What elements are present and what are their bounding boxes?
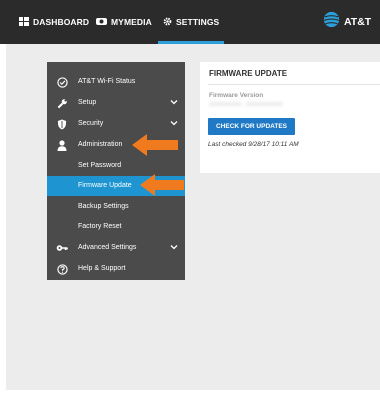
firmware-version-value: XXXXXXXX - XXXXXXXXX: [209, 102, 283, 108]
divider: [208, 84, 380, 85]
key-icon: [56, 242, 68, 254]
person-icon: [56, 139, 68, 151]
chevron-down-icon: [170, 121, 178, 126]
shield-icon: [56, 118, 68, 130]
sidebar-subitem-set-password[interactable]: Set Password: [47, 156, 185, 176]
nav-settings[interactable]: SETTINGS: [163, 0, 219, 44]
sidebar-item-advanced-settings[interactable]: Advanced Settings: [47, 238, 185, 258]
sidebar-item-label: Firmware Update: [78, 182, 132, 189]
sidebar-item-wifi-status[interactable]: AT&T Wi-Fi Status: [47, 72, 185, 92]
nav-dashboard-label: DASHBOARD: [33, 17, 90, 27]
top-navigation-bar: DASHBOARD MYMEDIA SETTINGS AT&T: [0, 0, 380, 44]
sidebar-item-label: Backup Settings: [78, 203, 129, 210]
last-checked-text: Last checked 9/28/17 10:11 AM: [208, 141, 299, 148]
card-title: FIRMWARE UPDATE: [209, 69, 288, 78]
firmware-version-label: Firmware Version: [209, 92, 264, 99]
checkmark-circle-icon: [56, 76, 68, 88]
sidebar-item-label: Administration: [78, 141, 123, 148]
sidebar-subitem-factory-reset[interactable]: Factory Reset: [47, 217, 185, 237]
sidebar-item-setup[interactable]: Setup: [47, 93, 185, 113]
nav-mymedia-label: MYMEDIA: [111, 17, 152, 27]
sidebar-item-label: Setup: [78, 99, 97, 106]
sidebar-item-label: Advanced Settings: [78, 244, 137, 251]
media-icon: [96, 17, 107, 28]
att-logo: AT&T: [323, 11, 372, 33]
gear-icon: [163, 17, 172, 28]
settings-sidebar: AT&T Wi-Fi Status Setup Security Adminis…: [47, 62, 185, 280]
question-circle-icon: [56, 263, 68, 275]
chevron-down-icon: [170, 245, 178, 250]
sidebar-item-security[interactable]: Security: [47, 114, 185, 134]
dashboard-grid-icon: [19, 16, 29, 28]
orange-pointer-arrow-firmware: [140, 174, 184, 196]
sidebar-item-label: Factory Reset: [78, 223, 122, 230]
nav-mymedia[interactable]: MYMEDIA: [96, 0, 152, 44]
orange-pointer-arrow-administration: [132, 134, 178, 156]
check-for-updates-button[interactable]: CHECK FOR UPDATES: [208, 118, 295, 135]
brand-name: AT&T: [344, 16, 372, 28]
sidebar-item-label: Set Password: [78, 162, 122, 169]
sidebar-item-label: Security: [78, 120, 104, 127]
att-globe-icon: [323, 11, 340, 33]
sidebar-item-help-support[interactable]: Help & Support: [47, 259, 185, 279]
nav-dashboard[interactable]: DASHBOARD: [19, 0, 89, 44]
sidebar-item-label: AT&T Wi-Fi Status: [78, 78, 136, 85]
wrench-icon: [56, 97, 68, 109]
sidebar-item-label: Help & Support: [78, 265, 126, 272]
chevron-down-icon: [170, 100, 178, 105]
nav-settings-label: SETTINGS: [176, 17, 220, 27]
sidebar-subitem-backup-settings[interactable]: Backup Settings: [47, 197, 185, 217]
